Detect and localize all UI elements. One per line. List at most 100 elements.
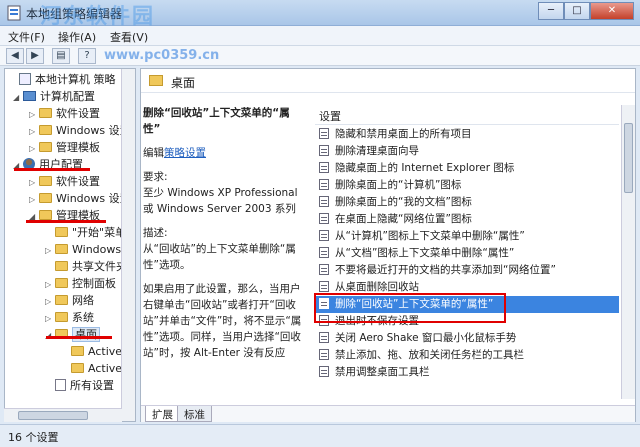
tree-item-computer-config[interactable]: ◢ 计算机配置 — [13, 89, 95, 105]
folder-icon — [55, 278, 68, 288]
setting-row[interactable]: 从“文档”图标上下文菜单中删除“属性” — [315, 245, 619, 262]
setting-row[interactable]: 隐藏和禁用桌面上的所有项目 — [315, 126, 619, 143]
folder-icon — [149, 75, 163, 86]
watermark-url: www.pc0359.cn — [104, 48, 220, 63]
setting-row[interactable]: 删除桌面上的“我的文档”图标 — [315, 194, 619, 211]
requirements-text: 至少 Windows XP Professional 或 Windows Ser… — [143, 187, 298, 215]
folder-icon — [71, 346, 84, 356]
annotation-underline — [14, 168, 90, 171]
expander-collapsed-icon[interactable]: ▷ — [45, 311, 55, 327]
folder-icon — [71, 363, 84, 373]
folder-icon — [39, 176, 52, 186]
setting-label: 删除桌面上的“我的文档”图标 — [335, 196, 472, 208]
folder-icon — [55, 312, 68, 322]
tree-item-windows-settings[interactable]: ▷ Windows 设置 — [29, 123, 131, 139]
view-tabs: 扩展 标准 — [141, 405, 635, 422]
policy-setting-icon — [319, 332, 329, 343]
tree-item-control-panel[interactable]: ▷ 控制面板 — [45, 276, 116, 292]
folder-icon — [39, 142, 52, 152]
folder-icon — [55, 244, 68, 254]
requirements-heading: 要求: — [143, 171, 168, 183]
tab-standard[interactable]: 标准 — [177, 406, 212, 422]
tree-horizontal-scrollbar[interactable] — [4, 408, 122, 422]
setting-label: 从桌面删除回收站 — [335, 281, 419, 293]
folder-icon — [55, 261, 68, 271]
expander-collapsed-icon[interactable]: ▷ — [29, 124, 39, 140]
scrollbar-thumb[interactable] — [18, 411, 88, 420]
setting-row[interactable]: 隐藏桌面上的 Internet Explorer 图标 — [315, 160, 619, 177]
tree-item-desktop[interactable]: ◢桌面 — [45, 327, 100, 343]
policy-setting-icon — [319, 281, 329, 292]
expander-collapsed-icon[interactable]: ▷ — [45, 277, 55, 293]
policy-setting-icon — [319, 179, 329, 190]
expander-collapsed-icon[interactable]: ▷ — [29, 192, 39, 208]
expander-collapsed-icon[interactable]: ▷ — [29, 141, 39, 157]
navigation-tree[interactable]: 本地计算机 策略 ◢ 计算机配置 ▷ 软件设置 ▷ Windows 设置 ▷ 管理模板 … — [4, 68, 136, 422]
maximize-button[interactable]: □ — [564, 2, 590, 20]
policy-setting-icon — [319, 264, 329, 275]
tree-item-label: 所有设置 — [70, 379, 114, 392]
tree-item-start-menu[interactable]: "开始"菜单 — [45, 225, 126, 241]
policy-setting-icon — [319, 213, 329, 224]
setting-row[interactable]: 在桌面上隐藏“网络位置”图标 — [315, 211, 619, 228]
expander-collapsed-icon[interactable]: ▷ — [29, 107, 39, 123]
expander-collapsed-icon[interactable]: ▷ — [45, 294, 55, 310]
setting-row[interactable]: 删除桌面上的“计算机”图标 — [315, 177, 619, 194]
menu-file[interactable]: 文件(F) — [8, 29, 45, 45]
policy-title: 删除“回收站”上下文菜单的“属性” — [143, 107, 290, 135]
tree-item-label: Windows 设置 — [56, 192, 131, 205]
setting-row[interactable]: 禁止添加、拖、放和关闭任务栏的工具栏 — [315, 347, 619, 364]
tree-item-all-settings[interactable]: 所有设置 — [45, 378, 114, 394]
policy-setting-icon — [319, 349, 329, 360]
tab-extended[interactable]: 扩展 — [145, 406, 180, 422]
expander-expanded-icon[interactable]: ◢ — [13, 158, 23, 174]
folder-icon — [39, 210, 52, 220]
tree-item-software-settings[interactable]: ▷ 软件设置 — [29, 106, 100, 122]
tree-item-admin-templates[interactable]: ▷ 管理模板 — [29, 140, 100, 156]
setting-row[interactable]: 删除清理桌面向导 — [315, 143, 619, 160]
setting-row[interactable]: 从“计算机”图标上下文菜单中删除“属性” — [315, 228, 619, 245]
annotation-underline — [46, 336, 112, 339]
setting-row[interactable]: 不要将最近打开的文档的共享添加到“网络位置” — [315, 262, 619, 279]
annotation-box — [314, 293, 506, 323]
expander-collapsed-icon[interactable]: ▷ — [29, 175, 39, 191]
edit-policy-line: 编辑策略设置 — [143, 145, 303, 161]
tree-vertical-scrollbar[interactable] — [121, 69, 135, 421]
tree-item-label: 网络 — [72, 294, 94, 307]
settings-vertical-scrollbar[interactable] — [621, 105, 635, 399]
description-text: 从“回收站”的上下文菜单删除“属性”选项。 — [143, 243, 296, 271]
title-bar: 本地组策略编辑器 河东软件园 ─ □ ✕ — [0, 0, 640, 28]
forward-button[interactable]: ▶ — [26, 48, 44, 64]
tree-item-label: 本地计算机 策略 — [35, 73, 116, 86]
settings-count: 16 个设置 — [8, 431, 59, 444]
back-button[interactable]: ◀ — [6, 48, 24, 64]
close-button[interactable]: ✕ — [590, 2, 634, 20]
folder-icon — [55, 295, 68, 305]
policy-setting-icon — [319, 366, 329, 377]
menu-view[interactable]: 查看(V) — [110, 29, 148, 45]
setting-row[interactable]: 禁用调整桌面工具栏 — [315, 364, 619, 381]
tree-item-user-software-settings[interactable]: ▷ 软件设置 — [29, 174, 100, 190]
tree-item-label: "开始"菜单 — [72, 226, 127, 239]
menu-action[interactable]: 操作(A) — [58, 29, 96, 45]
settings-list[interactable]: 设置 隐藏和禁用桌面上的所有项目 删除清理桌面向导 隐藏桌面上的 Interne… — [315, 105, 619, 399]
settings-column-header[interactable]: 设置 — [315, 105, 619, 125]
tree-item-local-computer-policy[interactable]: 本地计算机 策略 — [9, 72, 116, 88]
tree-item-shared-folders[interactable]: 共享文件夹 — [45, 259, 127, 275]
tree-item-system[interactable]: ▷ 系统 — [45, 310, 94, 326]
help-button[interactable]: ? — [78, 48, 96, 64]
policy-setting-icon — [319, 230, 329, 241]
tree-item-network[interactable]: ▷ 网络 — [45, 293, 94, 309]
scrollbar-thumb[interactable] — [624, 123, 633, 193]
expander-expanded-icon[interactable]: ◢ — [13, 90, 23, 106]
policy-setting-icon — [319, 247, 329, 258]
edit-policy-link[interactable]: 策略设置 — [164, 147, 206, 159]
folder-icon — [39, 193, 52, 203]
tree-item-label: 控制面板 — [72, 277, 116, 290]
tree-item-user-windows-settings[interactable]: ▷ Windows 设置 — [29, 191, 131, 207]
minimize-button[interactable]: ─ — [538, 2, 564, 20]
view-toggle-button[interactable]: ▤ — [52, 48, 70, 64]
setting-row[interactable]: 关闭 Aero Shake 窗口最小化鼠标手势 — [315, 330, 619, 347]
policy-setting-icon — [319, 162, 329, 173]
expander-collapsed-icon[interactable]: ▷ — [45, 243, 55, 259]
